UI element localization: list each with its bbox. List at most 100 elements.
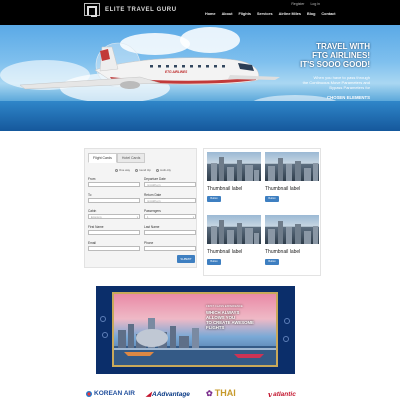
to-input[interactable]: [88, 198, 140, 203]
hero-cta[interactable]: CHOSEN ELEMENTS: [327, 95, 370, 100]
plane-livery-text: ETG AIRLINES: [165, 70, 188, 74]
register-link[interactable]: Register: [291, 2, 304, 6]
partner-name: AAdvantage: [152, 390, 190, 398]
thumbnail-button[interactable]: Button: [265, 196, 279, 202]
nav-flights[interactable]: Flights: [239, 12, 251, 16]
trip-type-group: One way round trip multi-city: [115, 168, 171, 172]
email-field: Email: [88, 241, 140, 251]
partner-name: THAI: [214, 388, 236, 398]
ad-line: FLIGHTS: [206, 325, 225, 330]
ad-copy: FIRST CLASS EXPERIENCE WHICH ALWAYS ALLO…: [206, 304, 254, 330]
ornament-icon: [283, 336, 289, 342]
nav-airline-miles[interactable]: Airline Miles: [279, 12, 301, 16]
nav-contact[interactable]: Contact: [321, 12, 335, 16]
headline-line: FTG AIRLINES!: [312, 51, 370, 60]
ornament-icon: [100, 316, 106, 322]
radio-icon: [155, 168, 159, 172]
passengers-field: Passengers 1 ▾: [144, 209, 196, 220]
thumbnail-card: Thumbnail label Button: [207, 152, 261, 202]
cabin-select[interactable]: Economy ▾: [88, 214, 140, 219]
partner-logos: KOREAN AIR ◢ AAdvantage ✿ THAI v atlanti…: [0, 388, 400, 406]
brand-logo[interactable]: ELITE TRAVEL GURU: [84, 3, 177, 17]
to-field: To: [88, 193, 140, 203]
last-name-input[interactable]: [144, 230, 196, 235]
city-thumbnail-image: [207, 152, 261, 181]
trip-multi-city[interactable]: multi-city: [155, 168, 171, 172]
city-thumbnail-image: [265, 215, 319, 244]
tab-flight-cards[interactable]: Flight Cards: [88, 153, 117, 163]
flight-search-panel: Flight Cards Hotel Cards One way round t…: [84, 148, 197, 268]
email-input[interactable]: [88, 246, 140, 251]
hero-headline: TRAVEL WITH FTG AIRLINES! IT'S SOOO GOOD…: [300, 42, 370, 69]
partner-name: KOREAN AIR: [94, 390, 135, 397]
departure-date-label: Departure Date: [144, 177, 166, 181]
cabin-field: Cabin Economy ▾: [88, 209, 140, 220]
passengers-select[interactable]: 1 ▾: [144, 214, 196, 219]
return-date-input[interactable]: mm/dd/yyyy: [144, 198, 196, 203]
city-thumbnail-image: [207, 215, 261, 244]
departure-date-field: Departure Date mm/dd/yyyy: [144, 177, 196, 187]
thumbnail-label: Thumbnail label: [265, 249, 301, 255]
first-name-field: First Name: [88, 225, 140, 235]
thumbnail-label: Thumbnail label: [207, 249, 243, 255]
virgin-atlantic-logo[interactable]: v atlantic: [268, 390, 296, 399]
phone-field: Phone: [144, 241, 196, 251]
hero-banner: ETG AIRLINES TRAVEL WITH FTG AIRLINES! I…: [0, 25, 400, 131]
nav-about[interactable]: About: [222, 12, 233, 16]
from-field: From: [88, 177, 140, 187]
return-date-label: Return Date: [144, 193, 162, 197]
thumbnail-card: Thumbnail label Button: [265, 215, 319, 265]
thumbnail-button[interactable]: Button: [207, 196, 221, 202]
search-tabs: Flight Cards Hotel Cards: [88, 153, 146, 163]
city-thumbnail-image: [265, 152, 319, 181]
brand-mark-icon: [84, 3, 100, 17]
tab-hotel-cards[interactable]: Hotel Cards: [116, 153, 146, 163]
email-label: Email: [88, 241, 96, 245]
phone-input[interactable]: [144, 246, 196, 251]
cabin-label: Cabin: [88, 209, 97, 213]
orchid-icon: ✿: [206, 388, 213, 398]
phone-label: Phone: [144, 241, 154, 245]
ad-city-image: FIRST CLASS EXPERIENCE WHICH ALWAYS ALLO…: [112, 292, 278, 367]
cabin-value: Economy: [91, 216, 102, 219]
trip-label: One way: [119, 168, 131, 172]
radio-icon: [115, 168, 118, 172]
ornament-icon: [284, 318, 290, 324]
to-label: To: [88, 193, 92, 197]
hero-subtext: When you have to pass through the Contin…: [303, 75, 370, 90]
radio-icon: [135, 168, 139, 172]
departure-date-input[interactable]: mm/dd/yyyy: [144, 182, 196, 187]
ad-small-text: FIRST CLASS EXPERIENCE: [206, 304, 243, 308]
headline-line: TRAVEL WITH: [316, 42, 370, 51]
headline-line: IT'S SOOO GOOD!: [300, 60, 370, 69]
advertisement-banner[interactable]: FIRST CLASS EXPERIENCE WHICH ALWAYS ALLO…: [96, 286, 295, 374]
chevron-down-icon: ▾: [192, 216, 194, 219]
nav-services[interactable]: Services: [257, 12, 273, 16]
top-navbar: ELITE TRAVEL GURU Register Log in Home A…: [0, 0, 400, 25]
thumbnail-grid: Thumbnail label Button Thumbnail label B…: [203, 148, 321, 276]
from-label: From: [88, 177, 96, 181]
thumbnail-label: Thumbnail label: [207, 186, 243, 192]
account-links: Register Log in: [291, 2, 320, 6]
first-name-input[interactable]: [88, 230, 140, 235]
subtext-line: Bypass Parameters for: [329, 85, 370, 90]
submit-button[interactable]: SUBMIT: [177, 255, 195, 263]
nav-blog[interactable]: Blog: [307, 12, 315, 16]
aadvantage-logo[interactable]: ◢ AAdvantage: [146, 390, 190, 399]
brand-name: ELITE TRAVEL GURU: [105, 6, 177, 13]
trip-label: multi-city: [159, 168, 171, 172]
trip-label: round trip: [139, 168, 151, 172]
from-input[interactable]: [88, 182, 140, 187]
passengers-value: 1: [147, 216, 149, 219]
trip-round-trip[interactable]: round trip: [135, 168, 151, 172]
virgin-script-icon: v: [268, 390, 273, 399]
eagle-icon: ◢: [146, 391, 151, 398]
login-link[interactable]: Log in: [310, 2, 320, 6]
nav-home[interactable]: Home: [205, 12, 216, 16]
trip-one-way[interactable]: One way: [115, 168, 130, 172]
thai-airways-logo[interactable]: ✿ THAI: [206, 388, 236, 398]
thumbnail-button[interactable]: Button: [265, 259, 279, 265]
chevron-down-icon: ▾: [136, 216, 138, 219]
thumbnail-button[interactable]: Button: [207, 259, 221, 265]
korean-air-logo[interactable]: KOREAN AIR: [86, 390, 135, 397]
